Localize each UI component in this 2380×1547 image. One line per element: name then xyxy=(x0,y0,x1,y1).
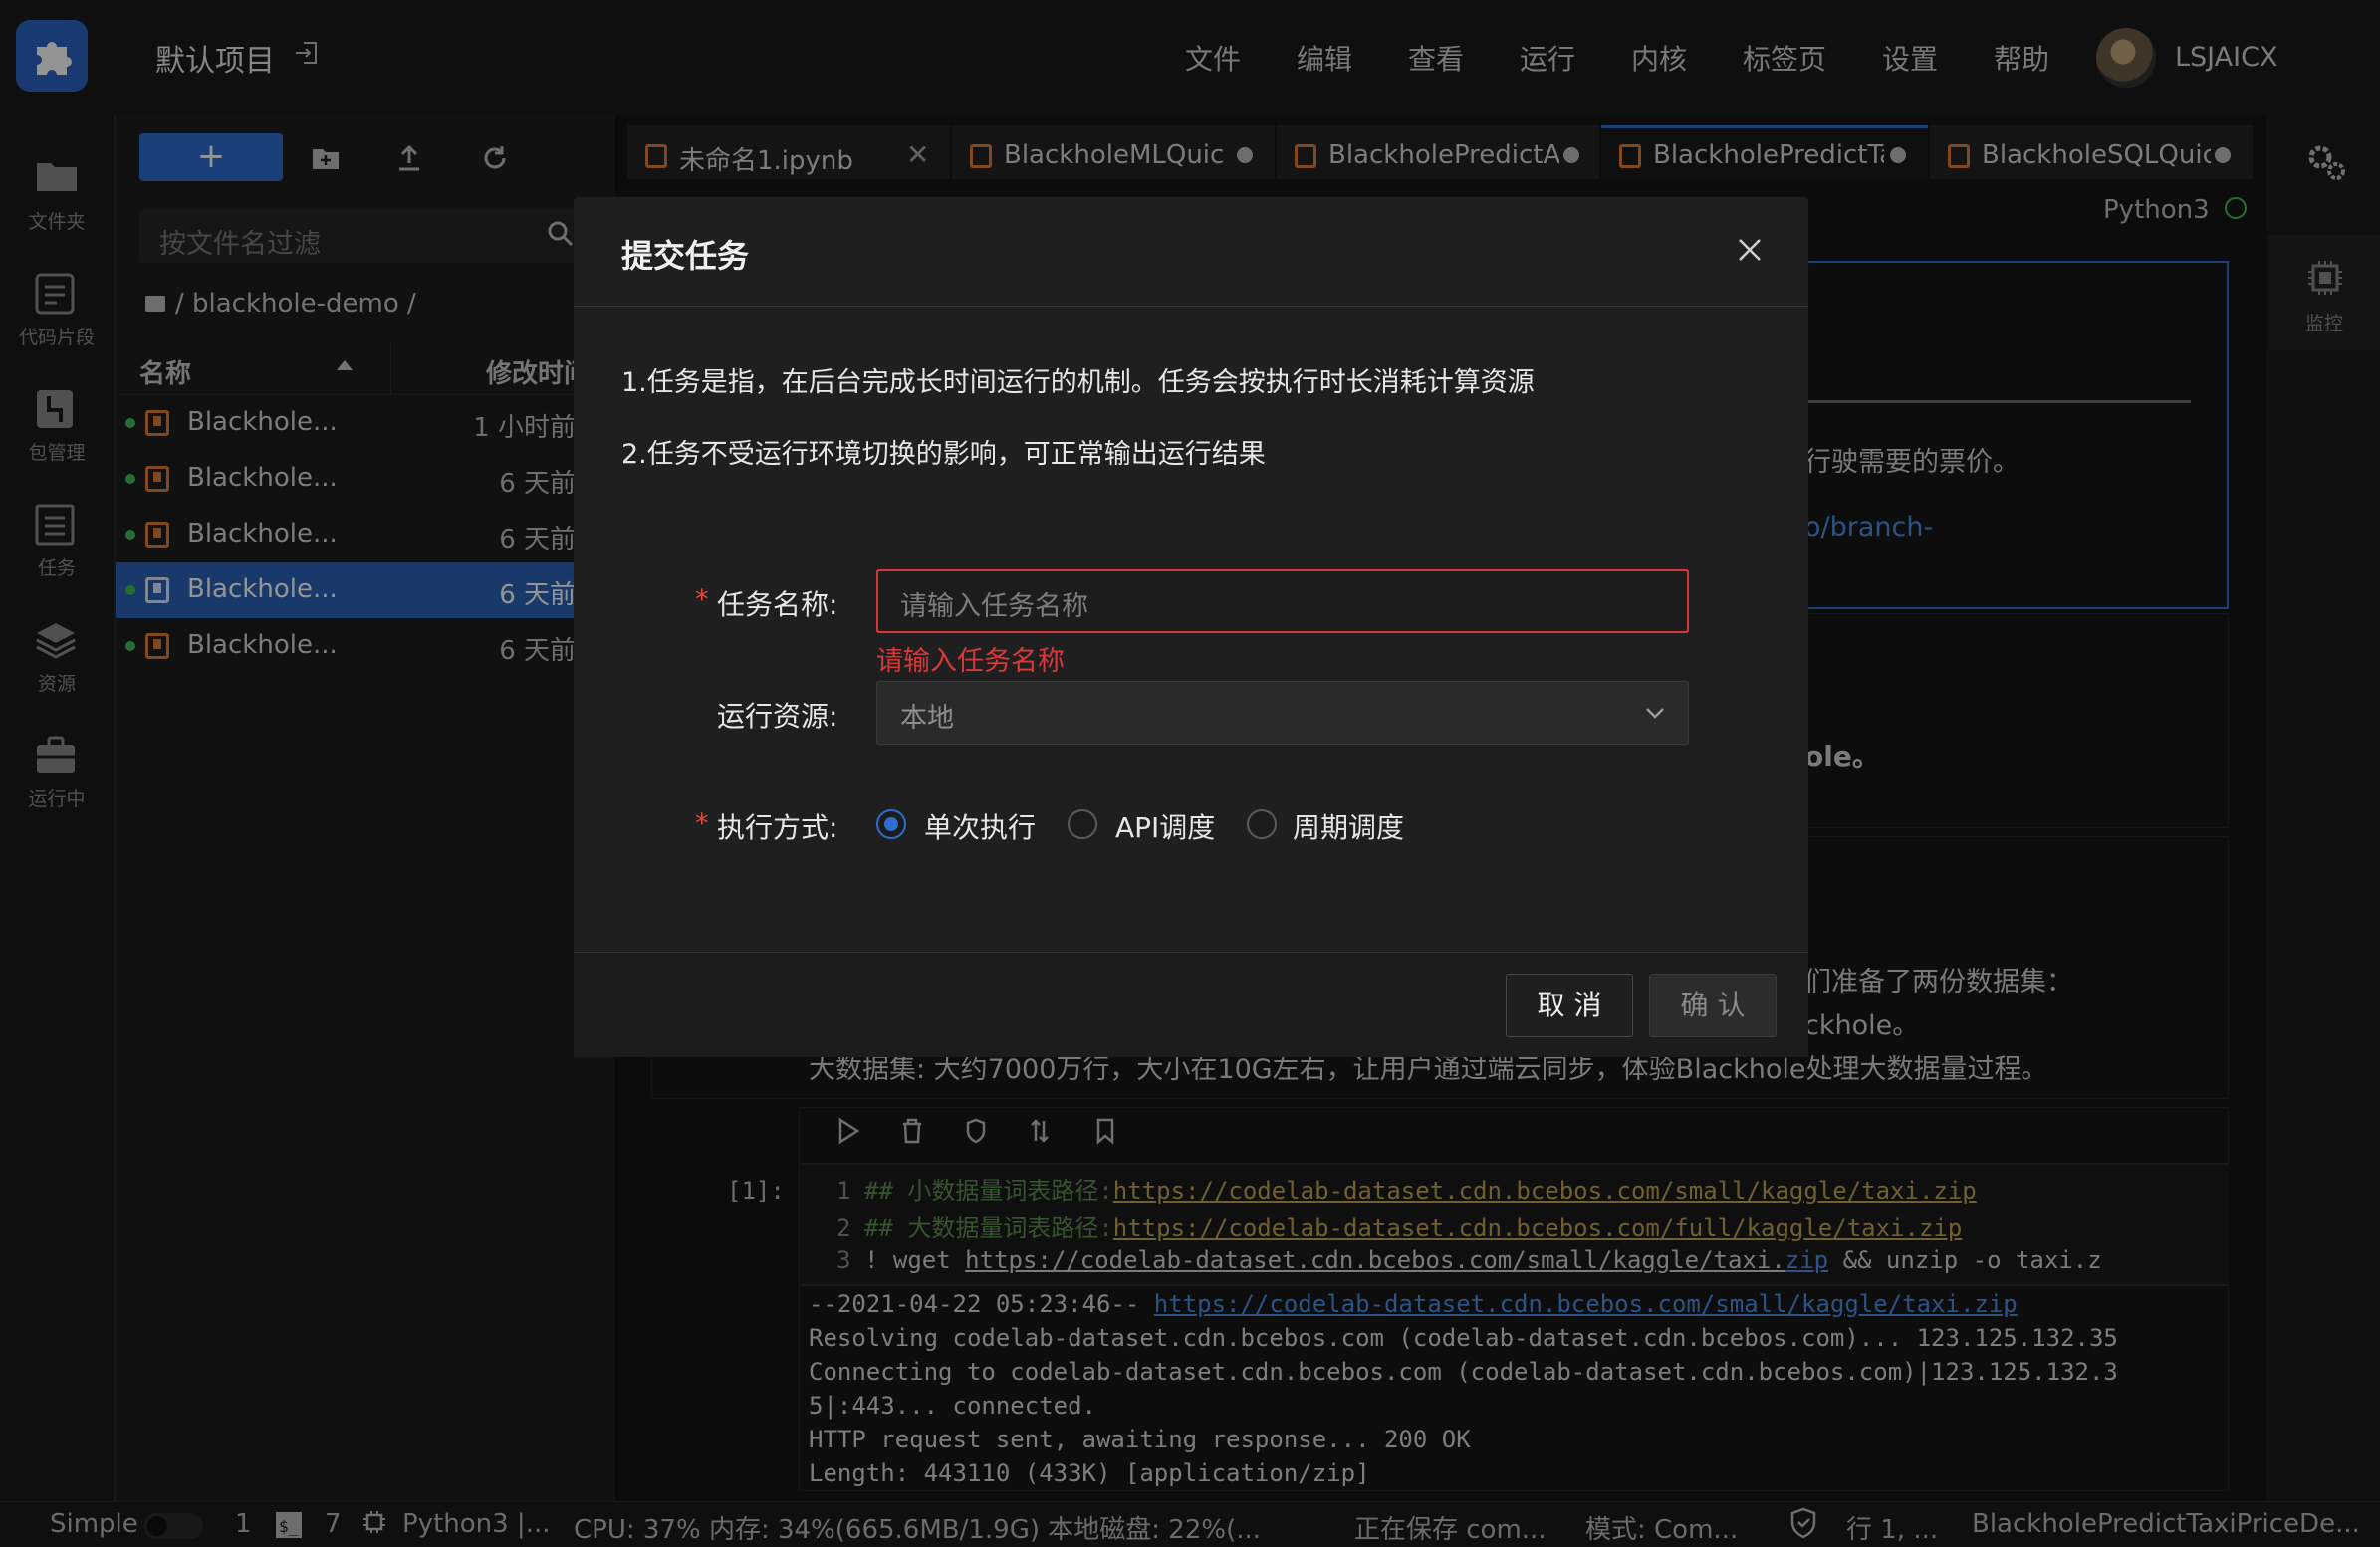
radio-api-schedule[interactable] xyxy=(1068,809,1097,839)
resource-value: 本地 xyxy=(900,703,954,734)
dialog-header xyxy=(574,197,1808,307)
radio-single-run[interactable] xyxy=(876,809,906,839)
task-name-label: 任务名称: xyxy=(717,588,838,621)
close-icon[interactable] xyxy=(1735,235,1765,265)
required-marker: * xyxy=(695,584,709,615)
task-name-error: 请输入任务名称 xyxy=(876,646,1065,677)
exec-mode-label: 执行方式: xyxy=(717,811,838,844)
dialog-title: 提交任务 xyxy=(621,237,750,275)
chevron-down-icon[interactable] xyxy=(1643,701,1667,725)
radio-label[interactable]: 周期调度 xyxy=(1293,806,1404,846)
radio-periodic-schedule[interactable] xyxy=(1247,809,1277,839)
radio-label[interactable]: API调度 xyxy=(1115,806,1215,846)
required-marker: * xyxy=(695,808,709,839)
dialog-description: 1.任务是指，在后台完成长时间运行的机制。任务会按执行时长消耗计算资源 xyxy=(621,367,1535,398)
task-name-placeholder: 请输入任务名称 xyxy=(900,591,1088,622)
resource-select[interactable] xyxy=(876,681,1689,745)
dialog-description: 2.任务不受运行环境切换的影响，可正常输出运行结果 xyxy=(621,439,1266,470)
confirm-button[interactable]: 确 认 xyxy=(1649,974,1777,1037)
radio-label[interactable]: 单次执行 xyxy=(924,806,1036,846)
resource-label: 运行资源: xyxy=(717,700,838,733)
cancel-button[interactable]: 取 消 xyxy=(1506,974,1633,1037)
